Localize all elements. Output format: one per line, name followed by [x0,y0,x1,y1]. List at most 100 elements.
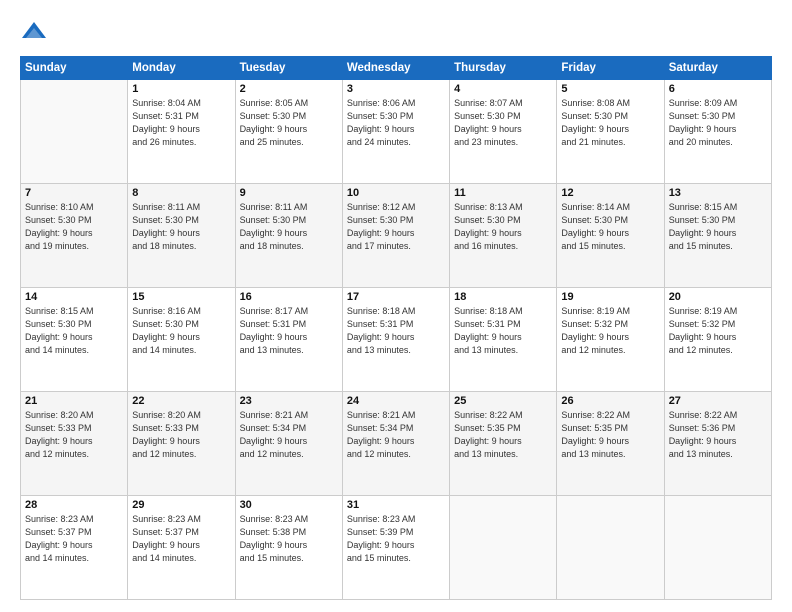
calendar-cell: 29Sunrise: 8:23 AM Sunset: 5:37 PM Dayli… [128,496,235,600]
day-number: 14 [25,291,123,303]
logo [20,18,52,46]
day-number: 23 [240,395,338,407]
day-info: Sunrise: 8:21 AM Sunset: 5:34 PM Dayligh… [240,409,338,461]
logo-icon [20,18,48,46]
day-number: 2 [240,83,338,95]
day-number: 7 [25,187,123,199]
calendar-cell: 16 Sunrise: 8:17 AM Sunset: 5:31 PM Dayli… [235,288,342,392]
day-info: Sunrise: 8:18 AM Sunset: 5:31 PM Dayligh… [347,305,445,357]
day-info: Sunrise: 8:09 AM Sunset: 5:30 PM Dayligh… [669,97,767,149]
weekday-row: SundayMondayTuesdayWednesdayThursdayFrid… [21,57,772,80]
calendar-cell: 10 Sunrise: 8:12 AM Sunset: 5:30 PM Dayli… [342,184,449,288]
calendar-cell: 31 Sunrise: 8:23 AM Sunset: 5:39 PM Dayli… [342,496,449,600]
day-info: Sunrise: 8:19 AM Sunset: 5:32 PM Dayligh… [669,305,767,357]
day-number: 31 [347,499,445,511]
calendar-cell: 25 Sunrise: 8:22 AM Sunset: 5:35 PM Dayli… [450,392,557,496]
day-number: 19 [561,291,659,303]
calendar-cell: 22 Sunrise: 8:20 AM Sunset: 5:33 PM Dayli… [128,392,235,496]
calendar-cell: 15Sunrise: 8:16 AM Sunset: 5:30 PM Dayli… [128,288,235,392]
calendar-cell: 2Sunrise: 8:05 AM Sunset: 5:30 PM Daylig… [235,80,342,184]
calendar-cell: 8 Sunrise: 8:11 AM Sunset: 5:30 PM Daylig… [128,184,235,288]
day-number: 21 [25,395,123,407]
calendar-cell: 13Sunrise: 8:15 AM Sunset: 5:30 PM Dayli… [664,184,771,288]
day-number: 1 [132,83,230,95]
calendar-cell: 26 Sunrise: 8:22 AM Sunset: 5:35 PM Dayli… [557,392,664,496]
day-number: 28 [25,499,123,511]
day-number: 13 [669,187,767,199]
calendar-cell: 9Sunrise: 8:11 AM Sunset: 5:30 PM Daylig… [235,184,342,288]
day-number: 9 [240,187,338,199]
day-number: 11 [454,187,552,199]
calendar-cell: 1 Sunrise: 8:04 AM Sunset: 5:31 PM Daylig… [128,80,235,184]
calendar-cell: 24Sunrise: 8:21 AM Sunset: 5:34 PM Dayli… [342,392,449,496]
day-info: Sunrise: 8:17 AM Sunset: 5:31 PM Dayligh… [240,305,338,357]
day-number: 6 [669,83,767,95]
calendar-cell: 14 Sunrise: 8:15 AM Sunset: 5:30 PM Dayli… [21,288,128,392]
day-number: 17 [347,291,445,303]
calendar-cell: 7 Sunrise: 8:10 AM Sunset: 5:30 PM Daylig… [21,184,128,288]
weekday-header-tuesday: Tuesday [235,57,342,80]
day-number: 29 [132,499,230,511]
header [20,18,772,46]
day-info: Sunrise: 8:15 AM Sunset: 5:30 PM Dayligh… [25,305,123,357]
day-info: Sunrise: 8:04 AM Sunset: 5:31 PM Dayligh… [132,97,230,149]
day-info: Sunrise: 8:13 AM Sunset: 5:30 PM Dayligh… [454,201,552,253]
calendar-week-4: 21 Sunrise: 8:20 AM Sunset: 5:33 PM Dayli… [21,392,772,496]
calendar-week-2: 7 Sunrise: 8:10 AM Sunset: 5:30 PM Daylig… [21,184,772,288]
day-info: Sunrise: 8:23 AM Sunset: 5:37 PM Dayligh… [25,513,123,565]
day-info: Sunrise: 8:23 AM Sunset: 5:39 PM Dayligh… [347,513,445,565]
day-info: Sunrise: 8:12 AM Sunset: 5:30 PM Dayligh… [347,201,445,253]
day-info: Sunrise: 8:19 AM Sunset: 5:32 PM Dayligh… [561,305,659,357]
weekday-header-monday: Monday [128,57,235,80]
day-info: Sunrise: 8:14 AM Sunset: 5:30 PM Dayligh… [561,201,659,253]
day-info: Sunrise: 8:20 AM Sunset: 5:33 PM Dayligh… [132,409,230,461]
calendar-cell: 30 Sunrise: 8:23 AM Sunset: 5:38 PM Dayli… [235,496,342,600]
calendar-cell: 19 Sunrise: 8:19 AM Sunset: 5:32 PM Dayli… [557,288,664,392]
day-number: 16 [240,291,338,303]
calendar-week-3: 14 Sunrise: 8:15 AM Sunset: 5:30 PM Dayli… [21,288,772,392]
day-number: 12 [561,187,659,199]
day-info: Sunrise: 8:08 AM Sunset: 5:30 PM Dayligh… [561,97,659,149]
weekday-header-saturday: Saturday [664,57,771,80]
calendar-cell: 5 Sunrise: 8:08 AM Sunset: 5:30 PM Daylig… [557,80,664,184]
day-info: Sunrise: 8:18 AM Sunset: 5:31 PM Dayligh… [454,305,552,357]
calendar-cell: 6 Sunrise: 8:09 AM Sunset: 5:30 PM Daylig… [664,80,771,184]
day-number: 8 [132,187,230,199]
calendar-week-5: 28 Sunrise: 8:23 AM Sunset: 5:37 PM Dayli… [21,496,772,600]
calendar-cell [21,80,128,184]
day-number: 24 [347,395,445,407]
day-info: Sunrise: 8:16 AM Sunset: 5:30 PM Dayligh… [132,305,230,357]
calendar-cell: 20 Sunrise: 8:19 AM Sunset: 5:32 PM Dayli… [664,288,771,392]
day-number: 5 [561,83,659,95]
calendar-cell: 18 Sunrise: 8:18 AM Sunset: 5:31 PM Dayli… [450,288,557,392]
calendar-cell [450,496,557,600]
calendar-body: 1 Sunrise: 8:04 AM Sunset: 5:31 PM Daylig… [21,80,772,600]
day-number: 22 [132,395,230,407]
day-info: Sunrise: 8:20 AM Sunset: 5:33 PM Dayligh… [25,409,123,461]
calendar-header: SundayMondayTuesdayWednesdayThursdayFrid… [21,57,772,80]
weekday-header-thursday: Thursday [450,57,557,80]
calendar-cell [664,496,771,600]
day-info: Sunrise: 8:06 AM Sunset: 5:30 PM Dayligh… [347,97,445,149]
day-number: 20 [669,291,767,303]
calendar-week-1: 1 Sunrise: 8:04 AM Sunset: 5:31 PM Daylig… [21,80,772,184]
day-info: Sunrise: 8:23 AM Sunset: 5:38 PM Dayligh… [240,513,338,565]
day-info: Sunrise: 8:22 AM Sunset: 5:35 PM Dayligh… [454,409,552,461]
calendar-cell: 21 Sunrise: 8:20 AM Sunset: 5:33 PM Dayli… [21,392,128,496]
calendar-cell [557,496,664,600]
day-info: Sunrise: 8:11 AM Sunset: 5:30 PM Dayligh… [132,201,230,253]
calendar-cell: 28 Sunrise: 8:23 AM Sunset: 5:37 PM Dayli… [21,496,128,600]
calendar-cell: 3Sunrise: 8:06 AM Sunset: 5:30 PM Daylig… [342,80,449,184]
day-info: Sunrise: 8:22 AM Sunset: 5:35 PM Dayligh… [561,409,659,461]
day-number: 18 [454,291,552,303]
day-number: 10 [347,187,445,199]
day-number: 27 [669,395,767,407]
day-number: 30 [240,499,338,511]
day-info: Sunrise: 8:07 AM Sunset: 5:30 PM Dayligh… [454,97,552,149]
weekday-header-friday: Friday [557,57,664,80]
day-info: Sunrise: 8:10 AM Sunset: 5:30 PM Dayligh… [25,201,123,253]
page: SundayMondayTuesdayWednesdayThursdayFrid… [0,0,792,612]
day-number: 26 [561,395,659,407]
day-number: 25 [454,395,552,407]
calendar-cell: 17 Sunrise: 8:18 AM Sunset: 5:31 PM Dayli… [342,288,449,392]
